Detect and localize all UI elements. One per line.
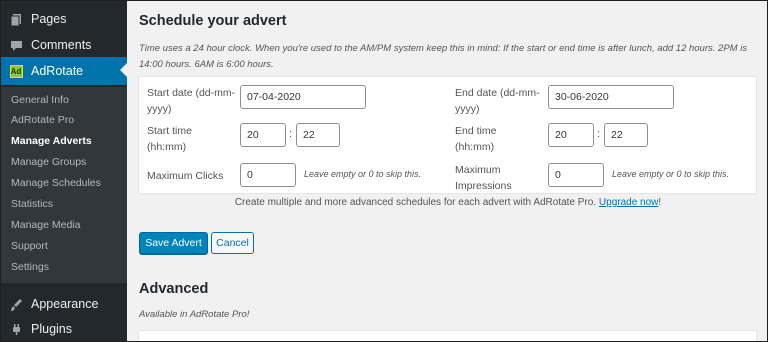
adrotate-submenu: General Info AdRotate Pro Manage Adverts… — [1, 87, 127, 283]
schedule-section-title: Schedule your advert — [139, 13, 287, 29]
sidebar-item-comments[interactable]: Comments — [1, 32, 127, 58]
sidebar-item-label: Plugins — [31, 322, 72, 336]
pages-icon — [9, 12, 23, 26]
max-impressions-input[interactable]: 0 — [548, 163, 604, 187]
sidebar-item-plugins[interactable]: Plugins — [1, 316, 127, 341]
appearance-icon — [9, 297, 23, 311]
start-time-label: Start time (hh:mm) — [147, 125, 192, 153]
max-clicks-hint: Leave empty or 0 to skip this. — [304, 169, 422, 179]
main-content: Schedule your advert Time uses a 24 hour… — [127, 1, 767, 341]
submenu-item-settings[interactable]: Settings — [11, 261, 49, 273]
max-impressions-label: Maximum Impressions — [455, 164, 512, 192]
end-date-input[interactable]: 30-06-2020 — [548, 85, 674, 109]
sidebar-item-label: Comments — [31, 38, 92, 52]
end-minute-input[interactable]: 22 — [604, 123, 648, 147]
comments-icon — [9, 38, 23, 52]
sidebar-item-label: Pages — [31, 12, 67, 26]
time-separator: : — [289, 128, 293, 140]
submenu-item-adrotate-pro[interactable]: AdRotate Pro — [11, 114, 74, 126]
submenu-item-support[interactable]: Support — [11, 240, 48, 252]
sidebar-item-label: Appearance — [31, 297, 99, 311]
submenu-item-manage-adverts[interactable]: Manage Adverts — [11, 135, 92, 147]
advanced-panel — [138, 330, 757, 341]
plugins-icon — [9, 322, 23, 336]
submenu-item-manage-schedules[interactable]: Manage Schedules — [11, 177, 101, 189]
sidebar-item-appearance[interactable]: Appearance — [1, 291, 127, 317]
upgrade-promo: Create multiple and more advanced schedu… — [127, 197, 767, 208]
promo-suffix: ! — [658, 197, 662, 208]
upgrade-now-link[interactable]: Upgrade now — [599, 197, 658, 208]
start-date-input[interactable]: 07-04-2020 — [240, 85, 366, 109]
promo-text: Create multiple and more advanced schedu… — [234, 197, 597, 208]
adrotate-logo: Ad — [9, 64, 23, 78]
max-clicks-label: Maximum Clicks — [147, 170, 224, 182]
start-minute-input[interactable]: 22 — [296, 123, 340, 147]
sidebar-item-label: AdRotate — [31, 64, 84, 78]
end-time-label: End time (hh:mm) — [455, 125, 497, 153]
end-hour-input[interactable]: 20 — [548, 123, 594, 147]
save-advert-button[interactable]: Save Advert — [139, 232, 208, 254]
time-separator: : — [597, 128, 601, 140]
schedule-form: Start date (dd-mm-yyyy) 07-04-2020 End d… — [138, 76, 757, 194]
max-impressions-hint: Leave empty or 0 to skip this. — [612, 169, 730, 179]
start-hour-input[interactable]: 20 — [240, 123, 286, 147]
cancel-button[interactable]: Cancel — [211, 232, 254, 254]
max-clicks-input[interactable]: 0 — [240, 163, 296, 187]
time-format-note: Time uses a 24 hour clock. When you're u… — [139, 43, 748, 70]
advanced-availability-note: Available in AdRotate Pro! — [139, 309, 250, 320]
sidebar-item-adrotate[interactable]: Ad AdRotate — [1, 57, 127, 85]
submenu-item-manage-media[interactable]: Manage Media — [11, 219, 80, 231]
submenu-item-general-info[interactable]: General Info — [11, 94, 69, 106]
admin-sidebar: Pages Comments Ad AdRotate General Info … — [1, 1, 127, 341]
adrotate-icon: Ad — [9, 64, 23, 78]
submenu-item-statistics[interactable]: Statistics — [11, 198, 53, 210]
submenu-item-manage-groups[interactable]: Manage Groups — [11, 156, 86, 168]
advanced-section-title: Advanced — [139, 281, 209, 297]
wp-admin-window: Pages Comments Ad AdRotate General Info … — [0, 0, 768, 342]
start-date-label: Start date (dd-mm-yyyy) — [147, 87, 236, 115]
end-date-label: End date (dd-mm-yyyy) — [455, 87, 540, 115]
sidebar-item-pages[interactable]: Pages — [1, 6, 127, 32]
